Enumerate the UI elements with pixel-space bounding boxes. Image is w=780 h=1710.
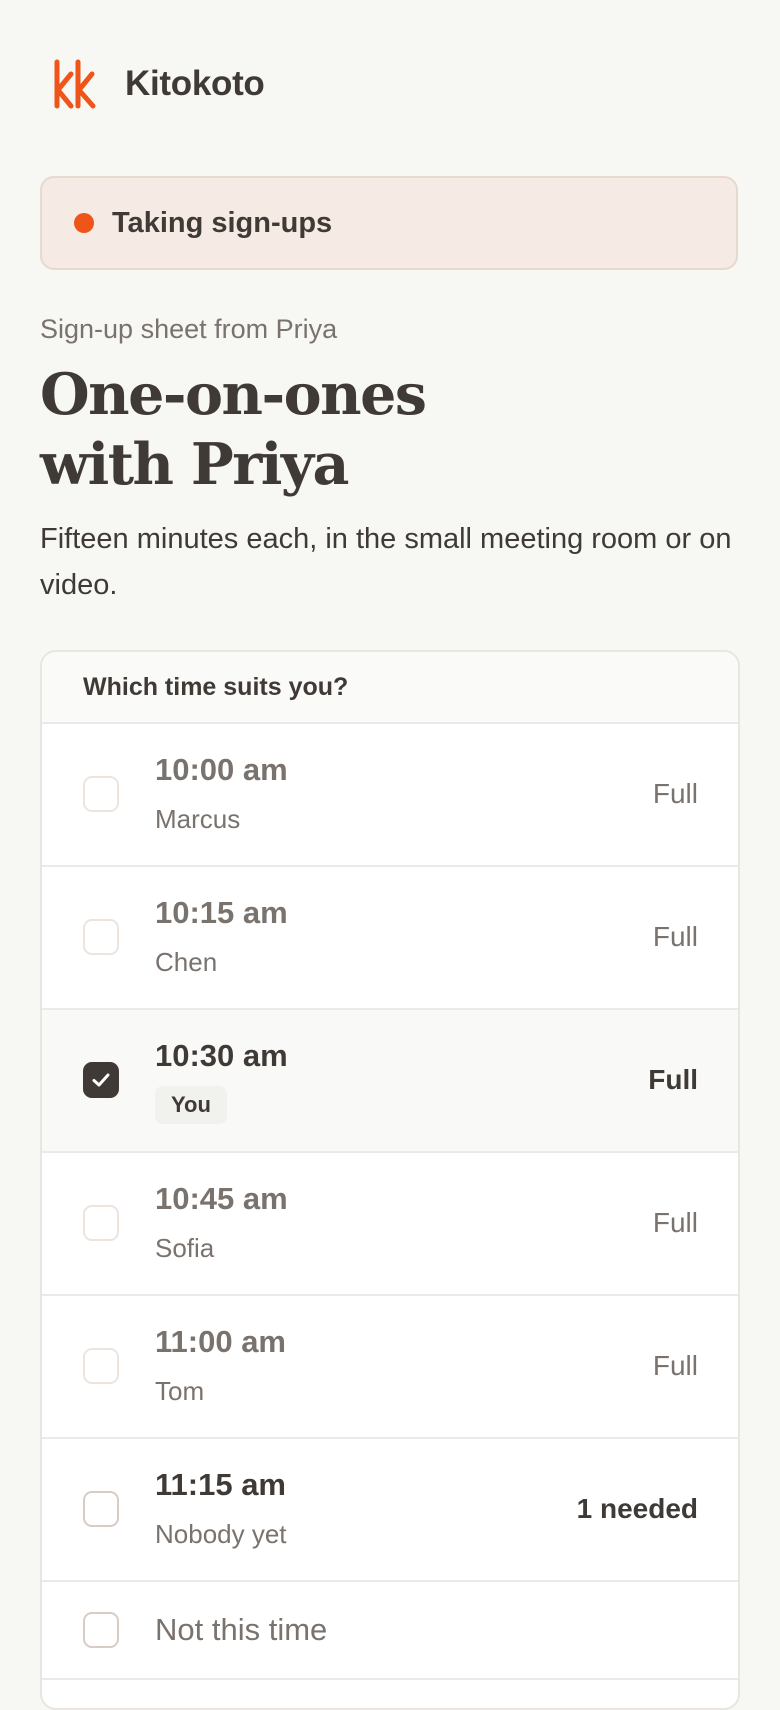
status-dot-icon bbox=[74, 213, 94, 233]
page-eyebrow: Sign-up sheet from Priya bbox=[40, 314, 338, 344]
time-slot-card: Which time suits you? 10:00 am Marcus Fu… bbox=[40, 650, 740, 1710]
not-this-time-checkbox[interactable] bbox=[83, 1612, 119, 1648]
not-this-time-option[interactable]: Not this time bbox=[42, 1582, 738, 1680]
slot-checkbox-checked[interactable] bbox=[83, 1062, 119, 1098]
time-slot-row[interactable]: 10:45 am Sofia Full bbox=[42, 1153, 738, 1296]
slot-checkbox[interactable] bbox=[83, 1348, 119, 1384]
slot-attendee: Sofia bbox=[155, 1233, 215, 1263]
not-this-time-label: Not this time bbox=[155, 1612, 328, 1647]
slot-attendee: Tom bbox=[155, 1376, 205, 1406]
slot-checkbox[interactable] bbox=[83, 1491, 119, 1527]
slot-attendee: Marcus bbox=[155, 804, 241, 834]
app-header: Kitokoto bbox=[53, 58, 265, 110]
time-slot-row[interactable]: 10:15 am Chen Full bbox=[42, 867, 738, 1010]
slot-time: 10:45 am bbox=[155, 1181, 288, 1216]
checkmark-icon bbox=[92, 1073, 110, 1087]
slot-time: 11:15 am bbox=[155, 1467, 286, 1502]
slot-status: Full bbox=[652, 1207, 698, 1238]
you-badge: You bbox=[155, 1086, 227, 1124]
slot-status: Full bbox=[652, 1350, 698, 1381]
status-banner: Taking sign-ups bbox=[40, 176, 738, 270]
time-slot-row[interactable]: 11:00 am Tom Full bbox=[42, 1296, 738, 1439]
slot-time: 11:00 am bbox=[155, 1324, 286, 1359]
page-title-line-1: One-on-ones bbox=[40, 361, 427, 428]
slot-status: Full bbox=[652, 778, 698, 809]
kk-logo-icon bbox=[54, 59, 96, 109]
time-slot-row-selected[interactable]: 10:30 am You Full bbox=[42, 1010, 738, 1153]
slot-time: 10:30 am bbox=[155, 1038, 288, 1073]
card-header: Which time suits you? bbox=[42, 652, 738, 724]
slot-status: Full bbox=[652, 921, 698, 952]
slot-attendee: Chen bbox=[155, 947, 218, 977]
time-slot-row[interactable]: 10:00 am Marcus Full bbox=[42, 724, 738, 867]
slot-status: 1 needed bbox=[576, 1493, 698, 1524]
slot-checkbox[interactable] bbox=[83, 776, 119, 812]
page-title-line-2: with Priya bbox=[40, 431, 349, 498]
slot-checkbox[interactable] bbox=[83, 1205, 119, 1241]
slot-status: Full bbox=[648, 1064, 698, 1095]
status-label: Taking sign-ups bbox=[112, 206, 333, 239]
time-slot-row-open[interactable]: 11:15 am Nobody yet 1 needed bbox=[42, 1439, 738, 1582]
page-description: Fifteen minutes each, in the small meeti… bbox=[40, 523, 732, 601]
slot-time: 10:00 am bbox=[155, 752, 288, 787]
slot-time: 10:15 am bbox=[155, 895, 288, 930]
slot-attendee: Nobody yet bbox=[155, 1519, 287, 1549]
page-title: One-on-ones with Priya bbox=[40, 360, 660, 500]
card-question: Which time suits you? bbox=[83, 672, 349, 701]
brand-name: Kitokoto bbox=[125, 64, 265, 103]
slot-checkbox[interactable] bbox=[83, 919, 119, 955]
